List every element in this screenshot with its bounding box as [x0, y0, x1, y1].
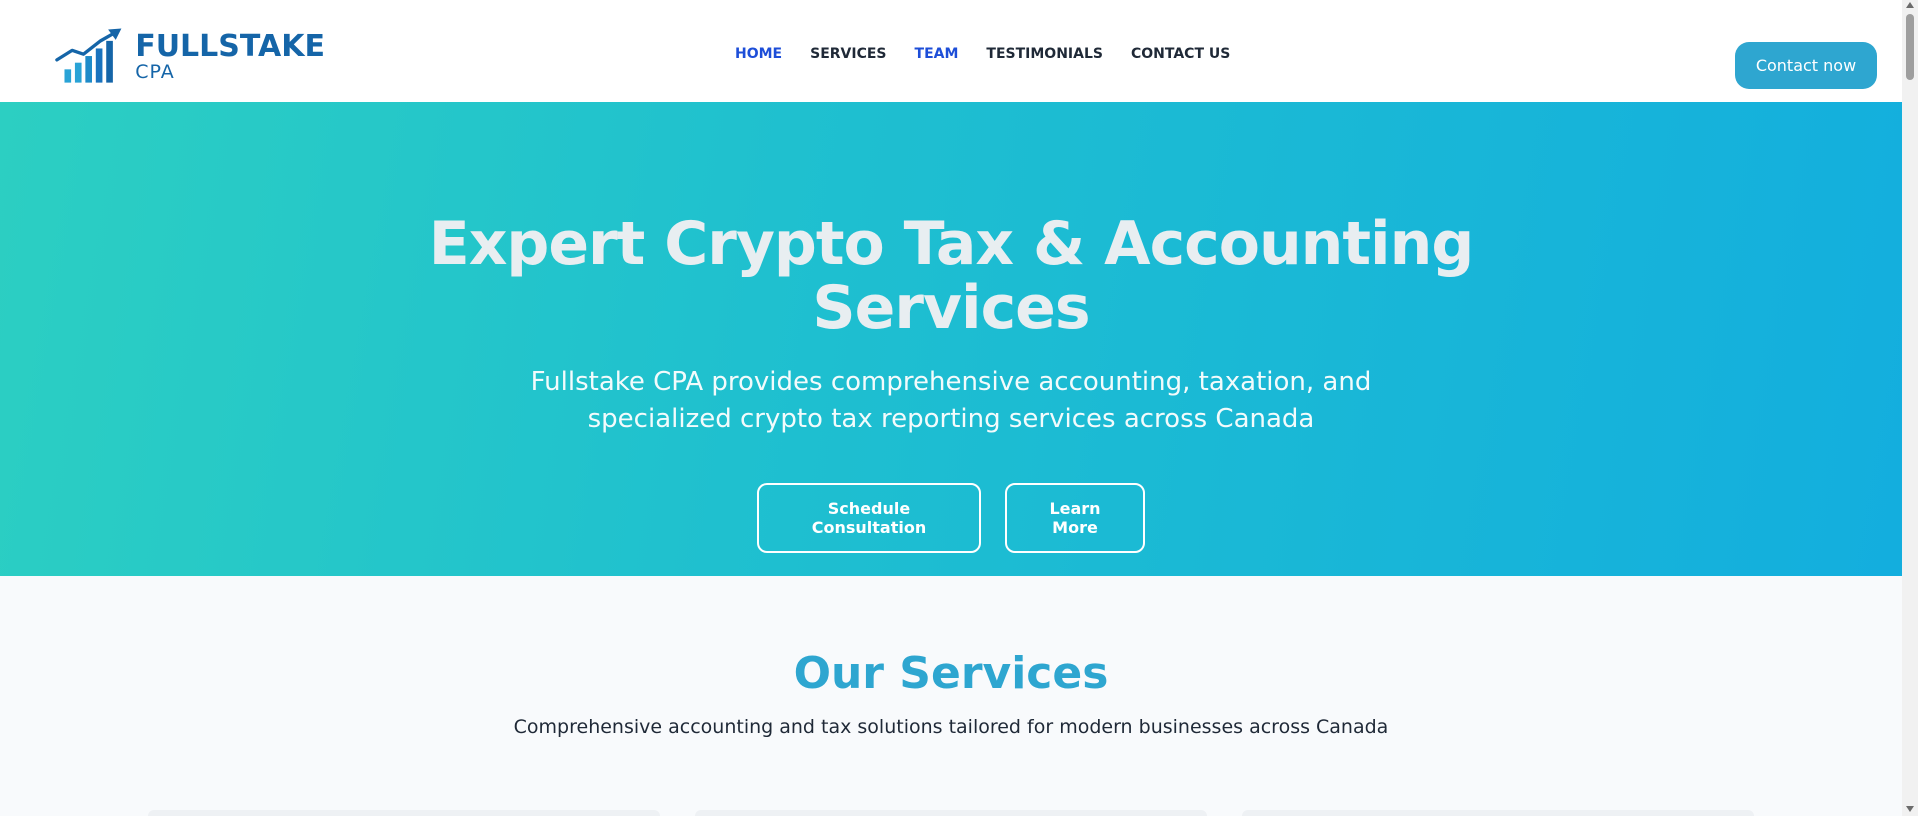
hero-actions: Schedule Consultation Learn More	[0, 483, 1902, 553]
nav-item-services[interactable]: SERVICES	[810, 46, 886, 62]
service-card[interactable]	[695, 810, 1207, 816]
nav-item-testimonials[interactable]: TESTIMONIALS	[986, 46, 1103, 62]
brand-sub: CPA	[135, 61, 175, 83]
scroll-down-icon[interactable]	[1906, 806, 1914, 812]
nav-item-contact-us[interactable]: CONTACT US	[1131, 46, 1230, 62]
hero-section: Expert Crypto Tax & Accounting Services …	[0, 102, 1902, 576]
hero-subtitle-line-2: specialized crypto tax reporting service…	[587, 404, 1315, 434]
hero-title-line-1: Expert Crypto Tax & Accounting	[428, 209, 1475, 279]
hero-title: Expert Crypto Tax & Accounting Services	[0, 212, 1902, 340]
contact-now-button[interactable]: Contact now	[1735, 42, 1877, 89]
site-header: FULLSTAKE CPA HOME SERVICES TEAM TESTIMO…	[0, 0, 1902, 102]
hero-subtitle: Fullstake CPA provides comprehensive acc…	[0, 364, 1902, 438]
scroll-up-icon[interactable]	[1906, 2, 1914, 8]
page-scrollbar[interactable]	[1902, 0, 1918, 816]
nav-item-team[interactable]: TEAM	[915, 46, 959, 62]
brand-logo[interactable]: FULLSTAKE CPA	[55, 26, 325, 88]
hero-title-line-2: Services	[812, 273, 1090, 343]
services-section: Our Services Comprehensive accounting an…	[0, 576, 1902, 816]
service-card[interactable]	[1242, 810, 1754, 816]
services-title: Our Services	[793, 648, 1109, 699]
learn-more-button[interactable]: Learn More	[1005, 483, 1145, 553]
hero-subtitle-line-1: Fullstake CPA provides comprehensive acc…	[530, 367, 1372, 397]
nav-item-home[interactable]: HOME	[735, 46, 782, 62]
bar-chart-trend-up-icon	[55, 28, 122, 83]
service-card[interactable]	[148, 810, 660, 816]
services-subtitle: Comprehensive accounting and tax solutio…	[513, 716, 1389, 738]
scroll-thumb[interactable]	[1906, 14, 1914, 80]
brand-wordmark: FULLSTAKE CPA	[135, 32, 325, 82]
brand-name: FULLSTAKE	[135, 29, 325, 64]
schedule-consultation-button[interactable]: Schedule Consultation	[757, 483, 981, 553]
page: FULLSTAKE CPA HOME SERVICES TEAM TESTIMO…	[0, 0, 1918, 816]
main-nav: HOME SERVICES TEAM TESTIMONIALS CONTACT …	[735, 46, 1258, 62]
